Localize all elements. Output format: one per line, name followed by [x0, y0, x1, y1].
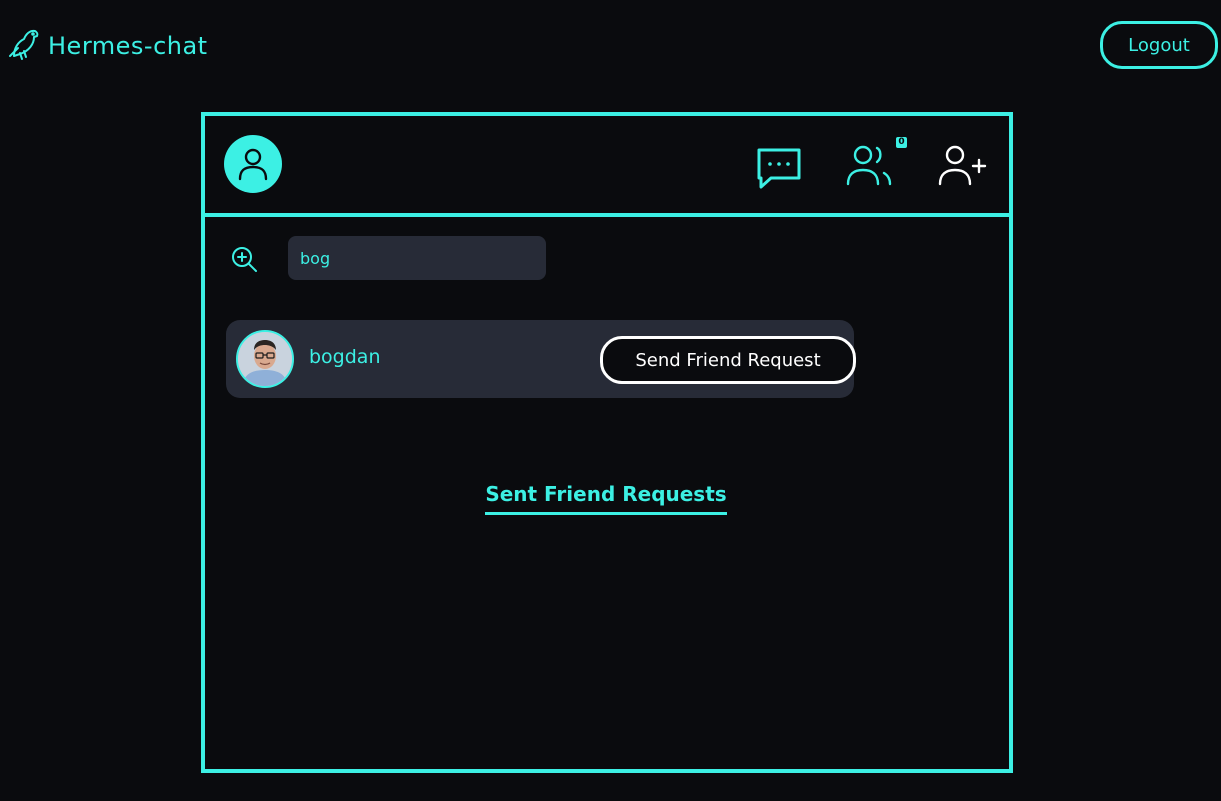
chat-icon[interactable]: [753, 140, 805, 192]
app-name: Hermes-chat: [48, 32, 208, 60]
search-input[interactable]: [288, 236, 546, 280]
brand[interactable]: Hermes-chat: [6, 26, 208, 66]
panel-header: 0: [205, 116, 1009, 217]
logout-button[interactable]: Logout: [1100, 21, 1218, 69]
friends-icon[interactable]: [843, 140, 895, 192]
top-bar: Hermes-chat Logout: [0, 0, 1221, 90]
add-friend-icon[interactable]: [935, 140, 987, 192]
bird-logo-icon: [6, 26, 42, 66]
result-avatar: [236, 330, 294, 388]
zoom-in-search-icon[interactable]: [229, 244, 259, 274]
search-result-row: bogdan Send Friend Request: [226, 320, 856, 398]
user-avatar-icon[interactable]: [224, 135, 282, 193]
result-username[interactable]: bogdan: [309, 346, 381, 368]
main-panel: 0 bog bogdan Send Friend Request Sent Fr…: [201, 112, 1013, 773]
send-friend-request-button[interactable]: Send Friend Request: [600, 336, 856, 384]
friends-badge: 0: [896, 137, 907, 148]
sent-requests-heading: Sent Friend Requests: [485, 482, 727, 515]
